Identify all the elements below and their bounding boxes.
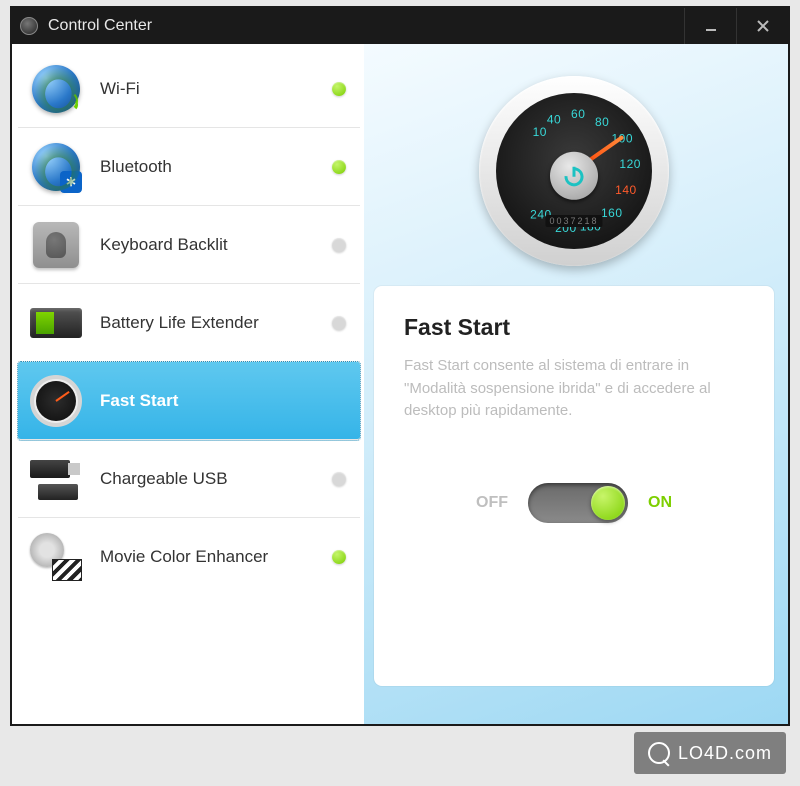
sidebar-item-label: Fast Start [100,390,332,411]
minimize-button[interactable] [684,8,736,44]
battery-icon [28,295,84,351]
gauge-icon [28,373,84,429]
gauge-card: 10 40 60 80 100 120 140 160 180 200 240 … [374,56,774,286]
body: Wi-Fi ∗ Bluetooth Keyboard Backlit [12,44,788,724]
sidebar-item-wifi[interactable]: Wi-Fi [18,50,360,128]
status-dot [332,316,346,330]
detail-title: Fast Start [404,314,744,341]
magnifier-icon [648,742,670,764]
toggle-knob [591,486,625,520]
speedometer-gauge: 10 40 60 80 100 120 140 160 180 200 240 … [479,76,669,266]
toggle-row: OFF ON [404,483,744,523]
titlebar: Control Center [12,8,788,44]
toggle-off-label: OFF [476,494,508,512]
watermark-text: LO4D.com [678,743,772,764]
gauge-tick: 160 [601,206,623,220]
info-card: Fast Start Fast Start consente al sistem… [374,286,774,686]
sidebar-item-label: Movie Color Enhancer [100,546,332,567]
status-dot [332,238,346,252]
status-dot [332,160,346,174]
window-title: Control Center [48,17,684,35]
sidebar-item-label: Battery Life Extender [100,312,332,333]
sidebar-item-label: Wi-Fi [100,78,332,99]
detail-pane: 10 40 60 80 100 120 140 160 180 200 240 … [364,44,788,724]
toggle-on-label: ON [648,494,672,512]
sidebar-item-fast-start[interactable]: Fast Start [18,362,360,440]
bluetooth-icon: ∗ [28,139,84,195]
status-dot [332,82,346,96]
sidebar-item-keyboard-backlit[interactable]: Keyboard Backlit [18,206,360,284]
movie-icon [28,529,84,585]
power-button[interactable] [550,152,598,200]
minimize-icon [704,19,718,33]
gauge-tick: 60 [571,107,585,121]
sidebar-item-movie-enhancer[interactable]: Movie Color Enhancer [18,518,360,596]
window: Control Center Wi-Fi ∗ Bluetooth [10,6,790,726]
keyboard-backlit-icon [28,217,84,273]
wifi-icon [28,61,84,117]
sidebar-item-bluetooth[interactable]: ∗ Bluetooth [18,128,360,206]
gauge-tick: 80 [595,115,609,129]
close-icon [756,19,770,33]
detail-description: Fast Start consente al sistema di entrar… [404,355,744,423]
sidebar-item-label: Chargeable USB [100,468,332,489]
app-icon [20,17,38,35]
gauge-tick: 40 [547,112,561,126]
sidebar-item-battery-extender[interactable]: Battery Life Extender [18,284,360,362]
sidebar-item-chargeable-usb[interactable]: Chargeable USB [18,440,360,518]
sidebar-item-label: Bluetooth [100,156,332,177]
status-dot [332,550,346,564]
gauge-tick: 120 [619,157,641,171]
gauge-odometer: 0037218 [545,215,602,227]
usb-icon [28,451,84,507]
close-button[interactable] [736,8,788,44]
sidebar: Wi-Fi ∗ Bluetooth Keyboard Backlit [12,44,364,724]
fast-start-toggle[interactable] [528,483,628,523]
sidebar-item-label: Keyboard Backlit [100,234,332,255]
gauge-tick: 10 [533,125,547,139]
power-icon [561,163,587,189]
gauge-tick: 140 [615,183,637,197]
watermark: LO4D.com [634,732,786,774]
status-dot [332,472,346,486]
